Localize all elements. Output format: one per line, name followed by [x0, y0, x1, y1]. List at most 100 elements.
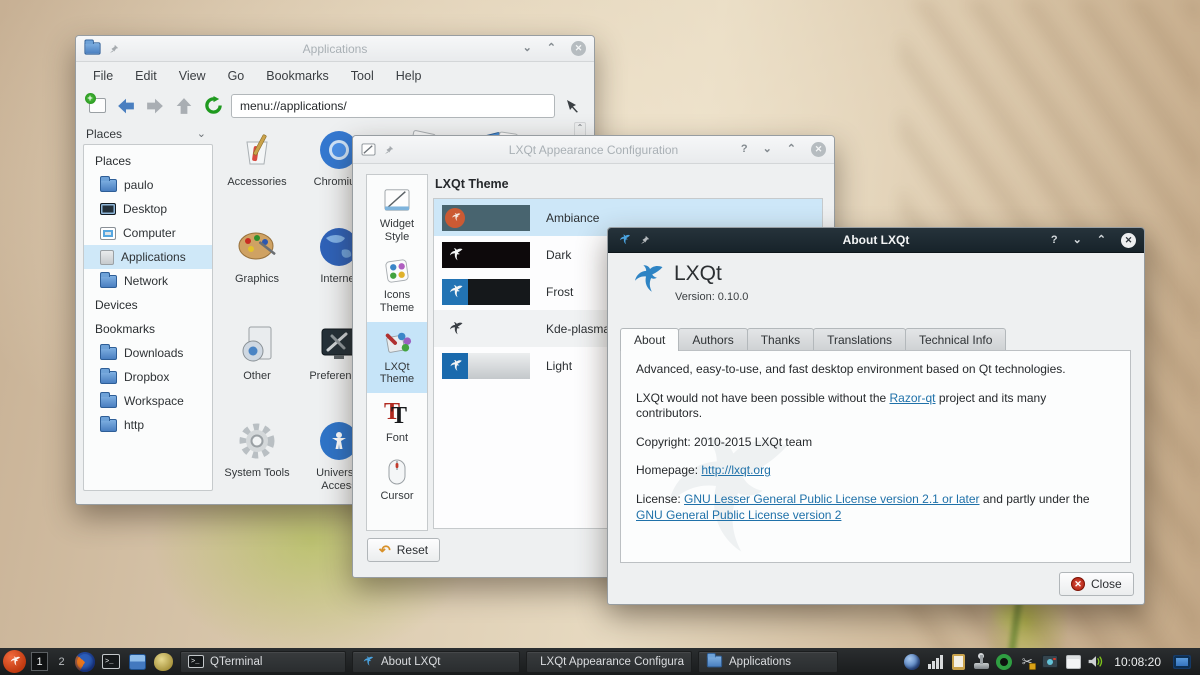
- app-category-other[interactable]: Other: [216, 316, 298, 413]
- recorder-icon[interactable]: [995, 653, 1013, 671]
- menu-help[interactable]: Help: [385, 69, 433, 83]
- workspace-1-button[interactable]: 1: [31, 652, 48, 671]
- folder-icon: [100, 419, 117, 432]
- lxqt-menu-button[interactable]: [3, 650, 26, 673]
- sidebar-item-computer[interactable]: Computer: [84, 221, 212, 245]
- fm-titlebar[interactable]: Applications ⌄ ⌃ ✕: [76, 36, 594, 62]
- minimize-button[interactable]: ⌄: [523, 43, 532, 54]
- show-desktop-button[interactable]: [1173, 655, 1191, 669]
- pin-icon[interactable]: [384, 145, 394, 155]
- sidebar-item-network[interactable]: Network: [84, 269, 212, 293]
- app-category-system-tools[interactable]: System Tools: [216, 413, 298, 491]
- volume-icon[interactable]: [1087, 653, 1105, 671]
- network-globe-icon[interactable]: [903, 653, 921, 671]
- icons-theme-icon: [382, 256, 412, 286]
- clock[interactable]: 10:08:20: [1114, 655, 1161, 669]
- menu-tool[interactable]: Tool: [340, 69, 385, 83]
- gpl-link[interactable]: GNU General Public License version 2: [636, 508, 841, 522]
- sidebar-item-lxqt-theme[interactable]: LXQt Theme: [367, 322, 427, 393]
- close-button[interactable]: ✕: [811, 142, 826, 157]
- bird-watermark-icon: [621, 406, 811, 563]
- close-button[interactable]: ✕: [1121, 233, 1136, 248]
- theme-swatch: [442, 316, 530, 342]
- tab-translations[interactable]: Translations: [813, 328, 906, 350]
- help-button[interactable]: ?: [741, 144, 748, 155]
- sidebar-item-http[interactable]: http: [84, 413, 212, 437]
- sidebar-item-icons-theme[interactable]: Icons Theme: [367, 250, 427, 321]
- pin-icon[interactable]: [640, 235, 650, 245]
- address-bar[interactable]: [231, 94, 555, 118]
- sidebar-item-font[interactable]: T T Font: [367, 393, 427, 452]
- sidebar-item-dropbox[interactable]: Dropbox: [84, 365, 212, 389]
- app-category-graphics[interactable]: Graphics: [216, 219, 298, 316]
- sidebar-item-widget-style[interactable]: Widget Style: [367, 179, 427, 250]
- tab-technical-info[interactable]: Technical Info: [905, 328, 1006, 350]
- signal-strength-icon[interactable]: [926, 653, 944, 671]
- screenshot-icon[interactable]: [1041, 653, 1059, 671]
- maximize-button[interactable]: ⌃: [1097, 235, 1106, 246]
- razor-qt-link[interactable]: Razor-qt: [890, 391, 936, 405]
- places-panel-selector[interactable]: Places ⌄: [76, 122, 216, 145]
- workspace-2-button[interactable]: 2: [53, 652, 70, 671]
- tab-thanks[interactable]: Thanks: [747, 328, 814, 350]
- task-applications[interactable]: Applications: [698, 651, 838, 673]
- folder-icon: [100, 371, 117, 384]
- menu-go[interactable]: Go: [217, 69, 256, 83]
- about-window-title: About LXQt: [668, 233, 1084, 247]
- refresh-icon[interactable]: [202, 95, 224, 117]
- menu-view[interactable]: View: [168, 69, 217, 83]
- back-icon[interactable]: [115, 95, 137, 117]
- sidebar-item-applications[interactable]: Applications: [84, 245, 212, 269]
- terminal-launcher[interactable]: >_: [100, 651, 122, 673]
- folder-window-icon: [84, 42, 101, 55]
- sidebar-item-paulo[interactable]: paulo: [84, 173, 212, 197]
- sidebar-item-cursor[interactable]: Cursor: [367, 451, 427, 510]
- minimize-button[interactable]: ⌄: [763, 144, 772, 155]
- about-titlebar[interactable]: About LXQt ? ⌄ ⌃ ✕: [608, 228, 1144, 253]
- desktop-wallpaper: Applications ⌄ ⌃ ✕ File Edit View Go Boo…: [0, 0, 1200, 675]
- gear-icon: [234, 418, 280, 464]
- menu-bookmarks[interactable]: Bookmarks: [255, 69, 340, 83]
- fm-toolbar: [76, 89, 594, 122]
- clipper-lock-icon[interactable]: ✂: [1018, 653, 1036, 671]
- puffball-icon: [154, 653, 173, 671]
- homepage-link[interactable]: http://lxqt.org: [701, 463, 770, 477]
- clipboard-icon[interactable]: [949, 653, 967, 671]
- accessories-icon: [234, 127, 280, 173]
- forward-icon[interactable]: [144, 95, 166, 117]
- lgpl-link[interactable]: GNU Lesser General Public License versio…: [684, 492, 979, 506]
- tab-authors[interactable]: Authors: [678, 328, 747, 350]
- appearance-titlebar[interactable]: LXQt Appearance Configuration ? ⌄ ⌃ ✕: [353, 136, 834, 164]
- go-arrow-icon[interactable]: [562, 95, 584, 117]
- scroll-up-icon[interactable]: ⌃: [577, 123, 584, 132]
- maximize-button[interactable]: ⌃: [547, 43, 556, 54]
- up-icon[interactable]: [173, 95, 195, 117]
- minimize-button[interactable]: ⌄: [1073, 235, 1082, 246]
- menu-edit[interactable]: Edit: [124, 69, 168, 83]
- task-appearance-config[interactable]: LXQt Appearance Configura: [526, 651, 692, 673]
- pin-icon[interactable]: [109, 44, 119, 54]
- file-manager-launcher[interactable]: [126, 651, 148, 673]
- menu-file[interactable]: File: [82, 69, 124, 83]
- joystick-icon[interactable]: [972, 653, 990, 671]
- tab-about[interactable]: About: [620, 328, 679, 351]
- firefox-launcher[interactable]: [74, 651, 96, 673]
- close-dialog-button[interactable]: ✕ Close: [1059, 572, 1134, 596]
- task-qterminal[interactable]: >_ QTerminal: [180, 651, 346, 673]
- reset-button[interactable]: ↶ Reset: [367, 538, 440, 562]
- new-tab-icon[interactable]: [86, 95, 108, 117]
- undo-icon: ↶: [379, 543, 391, 557]
- task-about-lxqt[interactable]: About LXQt: [352, 651, 520, 673]
- app-category-accessories[interactable]: Accessories: [216, 122, 298, 219]
- sidebar-item-workspace[interactable]: Workspace: [84, 389, 212, 413]
- sidebar-item-desktop[interactable]: Desktop: [84, 197, 212, 221]
- help-button[interactable]: ?: [1051, 235, 1058, 246]
- close-button[interactable]: ✕: [571, 41, 586, 56]
- sidebar-item-downloads[interactable]: Downloads: [84, 341, 212, 365]
- about-tab-content: Advanced, easy-to-use, and fast desktop …: [620, 350, 1131, 563]
- terminal-icon: >_: [188, 655, 204, 668]
- computer-icon: [100, 227, 116, 240]
- app-launcher[interactable]: [152, 651, 174, 673]
- maximize-button[interactable]: ⌃: [787, 144, 796, 155]
- window-icon[interactable]: [1064, 653, 1082, 671]
